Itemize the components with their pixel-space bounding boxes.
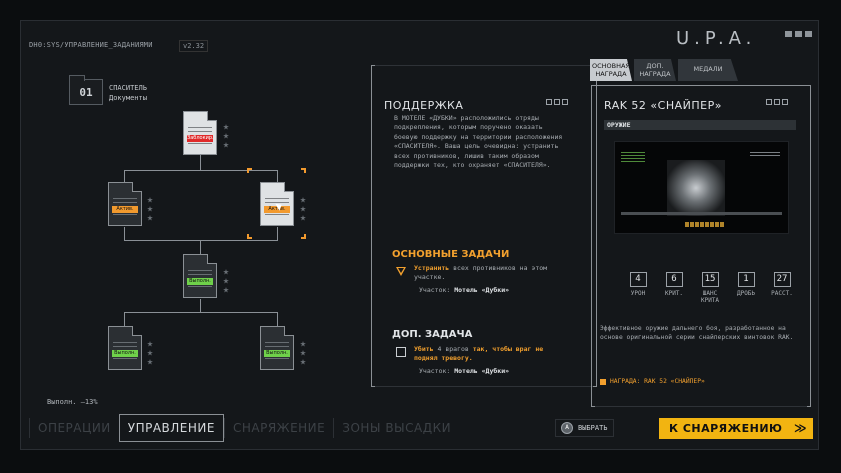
warning-triangle-icon — [396, 267, 406, 277]
weapon-preview-image — [614, 141, 789, 234]
reward-panel: RAK 52 «СНАЙПЕР» ОРУЖИЕ 4 УРОН 6 КРИТ. 15 Ш… — [591, 85, 811, 407]
side-task-location: Участок: Мотель «Дубки» — [419, 367, 510, 375]
bottom-nav: ОПЕРАЦИИ УПРАВЛЕНИЕ СНАРЯЖЕНИЕ ЗОНЫ ВЫСА… — [29, 414, 459, 442]
main-task-text: Устранить всех противников на этом участ… — [414, 264, 548, 281]
status-tag: Выполн. — [264, 350, 290, 357]
weapon-description: Эффективное оружие дальнего боя, разрабо… — [600, 325, 794, 341]
reward-square-icon — [600, 378, 606, 385]
tree-connector — [277, 227, 278, 240]
mission-doc-done[interactable]: Выполн. — [183, 254, 217, 298]
checkbox-icon — [396, 347, 406, 357]
tree-connector — [124, 170, 125, 182]
tree-connector — [124, 240, 278, 241]
nav-operations[interactable]: ОПЕРАЦИИ — [29, 418, 119, 438]
mission-description: В МОТЕЛЕ «ДУБКИ» расположились отряды по… — [394, 114, 563, 170]
nav-drop-zones[interactable]: ЗОНЫ ВЫСАДКИ — [333, 418, 459, 438]
side-task-text: Убить 4 врагов так, чтобы враг не поднял… — [414, 345, 544, 362]
mission-doc-locked[interactable]: Заблокир. — [183, 111, 217, 155]
tree-connector — [277, 312, 278, 326]
reward-line: НАГРАДА: RAK 52 «СНАЙПЕР» — [600, 378, 705, 385]
rating-stars-icon — [147, 341, 155, 365]
weapon-stats: 4 УРОН 6 КРИТ. 15 ШАНС КРИТА 1 ДРОБЬ 27 РАССТ… — [620, 272, 800, 304]
double-arrow-icon: ≫ — [793, 421, 807, 435]
stat-shot: 1 ДРОБЬ — [736, 272, 756, 297]
rating-stars-icon — [300, 197, 308, 221]
select-label: ВЫБРАТЬ — [578, 424, 608, 432]
nav-management[interactable]: УПРАВЛЕНИЕ — [118, 414, 224, 442]
folder-subtitle: Документы — [109, 94, 147, 102]
to-equipment-button[interactable]: К СНАРЯЖЕНИЮ ≫ — [659, 418, 813, 439]
selection-corner — [301, 234, 306, 239]
completion-percent: Выполн. —13% — [47, 398, 98, 406]
main-screen: DH0:SYS/УПРАВЛЕНИЕ_ЗАДАНИЯМИ v2.32 U.P.A… — [20, 20, 819, 450]
status-tag: Актив. — [112, 206, 138, 213]
rating-stars-icon — [147, 197, 155, 221]
weapon-category: ОРУЖИЕ — [604, 120, 796, 130]
upa-logo: U.P.A. — [676, 28, 757, 49]
rating-stars-icon — [300, 341, 308, 365]
select-button[interactable]: A ВЫБРАТЬ — [555, 419, 614, 437]
status-tag: Выполн. — [187, 278, 213, 285]
gamepad-a-icon: A — [561, 422, 573, 434]
stat-damage: 4 УРОН — [629, 272, 647, 297]
main-task-location: Участок: Мотель «Дубки» — [419, 286, 510, 294]
folder-number: 01 — [79, 85, 93, 99]
system-path: DH0:SYS/УПРАВЛЕНИЕ_ЗАДАНИЯМИ — [29, 41, 153, 49]
status-tag: Выполн. — [112, 350, 138, 357]
mission-doc-done[interactable]: Выполн. — [260, 326, 294, 370]
nav-equipment[interactable]: СНАРЯЖЕНИЕ — [223, 418, 333, 438]
stat-range: 27 РАССТ. — [771, 272, 793, 297]
reward-title: RAK 52 «СНАЙПЕР» — [604, 99, 722, 112]
mission-title: ПОДДЕРЖКА — [384, 99, 464, 112]
tree-connector — [124, 312, 125, 326]
tree-connector — [124, 170, 278, 171]
tree-connector — [200, 299, 201, 312]
selection-corner — [247, 234, 252, 239]
tree-connector — [124, 227, 125, 240]
folder-title: СПАСИТЕЛЬ — [109, 84, 147, 92]
window-dots-icon — [785, 31, 812, 37]
tree-connector — [124, 312, 278, 313]
rating-stars-icon — [223, 124, 231, 148]
rating-stars-icon — [223, 269, 231, 293]
stat-crit: 6 КРИТ. — [664, 272, 684, 297]
side-task-title: ДОП. ЗАДАЧА — [392, 329, 473, 340]
stat-crit-chance: 15 ШАНС КРИТА — [700, 272, 720, 304]
folder-label: СПАСИТЕЛЬ Документы — [109, 83, 147, 103]
version-badge: v2.32 — [179, 40, 209, 52]
tree-connector — [200, 155, 201, 170]
panel-window-icons — [766, 99, 788, 105]
panel-window-icons — [546, 99, 568, 105]
mission-doc-active[interactable]: Актив. — [108, 182, 142, 226]
selection-corner — [301, 168, 306, 173]
tree-connector — [277, 170, 278, 182]
equip-label: К СНАРЯЖЕНИЮ — [669, 422, 783, 435]
mission-panel: ПОДДЕРЖКА В МОТЕЛЕ «ДУБКИ» расположились… — [371, 65, 597, 387]
mission-doc-done[interactable]: Выполн. — [108, 326, 142, 370]
selection-corner — [247, 168, 252, 173]
tab-medals[interactable]: МЕДАЛИ — [678, 59, 738, 81]
reward-tabs: ОСНОВНАЯ НАГРАДА ДОП. НАГРАДА МЕДАЛИ — [590, 59, 738, 81]
tab-main-reward[interactable]: ОСНОВНАЯ НАГРАДА — [590, 59, 632, 81]
folder-icon[interactable]: 01 — [69, 75, 103, 105]
main-tasks-title: ОСНОВНЫЕ ЗАДАЧИ — [392, 249, 510, 260]
status-tag: Заблокир. — [187, 135, 214, 142]
tab-extra-reward[interactable]: ДОП. НАГРАДА — [634, 59, 676, 81]
tree-connector — [200, 240, 201, 254]
